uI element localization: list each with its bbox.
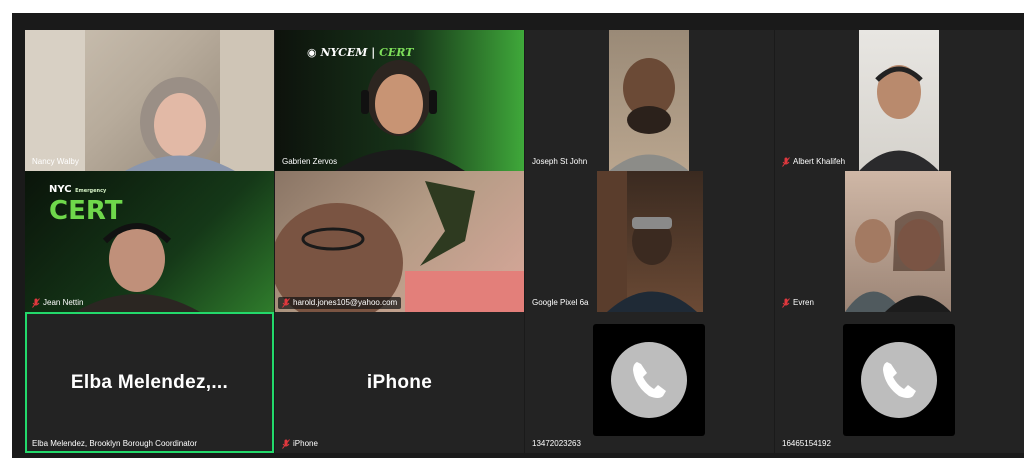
person-video-frame — [25, 30, 274, 171]
participant-name-label: Gabrien Zervos — [278, 156, 341, 168]
participant-name-label: 13472023263 — [528, 438, 585, 450]
participant-tile-active-speaker[interactable]: Elba Melendez,... Elba Melendez, Brookly… — [25, 312, 274, 453]
participant-name: harold.jones105@yahoo.com — [293, 298, 398, 307]
participant-name: Gabrien Zervos — [282, 157, 338, 166]
participant-name-label: harold.jones105@yahoo.com — [278, 297, 402, 309]
participant-display-name: Elba Melendez,... — [70, 371, 229, 393]
participant-tile[interactable]: iPhone iPhone — [275, 312, 524, 453]
participant-name: Jean Nettin — [43, 298, 84, 307]
cert-logo: NYC Emergency CERT — [49, 184, 123, 227]
phone-circle — [861, 342, 937, 418]
participant-video — [25, 30, 274, 171]
person-video-frame — [597, 171, 697, 312]
person-video-frame — [859, 65, 939, 171]
muted-mic-icon — [782, 157, 790, 167]
participant-tile[interactable]: 16465154192 — [775, 312, 1024, 453]
participant-video — [275, 171, 524, 312]
phone-avatar — [593, 324, 705, 436]
participant-name: Nancy Walby — [32, 157, 79, 166]
muted-mic-icon — [782, 298, 790, 308]
participant-tile[interactable]: Evren — [775, 171, 1024, 312]
participant-tile[interactable]: Nancy Walby — [25, 30, 274, 171]
person-video-frame — [275, 181, 524, 312]
participant-name-label: Albert Khalifeh — [778, 156, 849, 168]
participant-name-label: Evren — [778, 297, 818, 309]
participant-name-label: Elba Melendez, Brooklyn Borough Coordina… — [28, 438, 201, 450]
participant-tile[interactable]: Joseph St John — [525, 30, 774, 171]
phone-icon — [633, 362, 666, 398]
participant-name: Evren — [793, 298, 814, 307]
participant-tile[interactable]: Albert Khalifeh — [775, 30, 1024, 171]
participant-tile[interactable]: ◉ NYCEM | CERT Gabrien Zervos — [275, 30, 524, 171]
participant-name: Joseph St John — [532, 157, 588, 166]
participant-name-label: Jean Nettin — [28, 297, 87, 309]
participant-name: Google Pixel 6a — [532, 298, 589, 307]
participant-tile[interactable]: 13472023263 — [525, 312, 774, 453]
participant-tile[interactable]: harold.jones105@yahoo.com — [275, 171, 524, 312]
phone-icon — [883, 362, 916, 398]
participant-video — [597, 171, 703, 312]
participant-name-label: Joseph St John — [528, 156, 591, 168]
participant-name: Albert Khalifeh — [793, 157, 846, 166]
muted-mic-icon — [282, 439, 290, 449]
participant-name-label: iPhone — [278, 438, 322, 450]
participant-name: 13472023263 — [532, 439, 581, 448]
participant-video — [845, 171, 951, 312]
participant-video — [859, 30, 939, 171]
participant-name-label: Nancy Walby — [28, 156, 83, 168]
participant-name: iPhone — [293, 439, 318, 448]
participant-name: 16465154192 — [782, 439, 831, 448]
participant-video — [609, 30, 689, 171]
phone-circle — [611, 342, 687, 418]
person-video-frame — [609, 58, 689, 171]
participant-tile[interactable]: Google Pixel 6a — [525, 171, 774, 312]
person-video-frame — [845, 211, 951, 312]
nycem-logo: ◉ NYCEM | CERT — [307, 46, 414, 59]
muted-mic-icon — [32, 298, 40, 308]
participant-tile[interactable]: NYC Emergency CERT Jean Nettin — [25, 171, 274, 312]
phone-avatar — [843, 324, 955, 436]
meeting-gallery-view: Nancy Walby ◉ NYCEM | CERT Gabrien Zervo… — [12, 13, 1024, 458]
participant-name-label: 16465154192 — [778, 438, 835, 450]
muted-mic-icon — [282, 298, 290, 308]
participant-display-name: iPhone — [366, 371, 433, 393]
participant-name-label: Google Pixel 6a — [528, 297, 592, 309]
participant-name: Elba Melendez, Brooklyn Borough Coordina… — [32, 439, 197, 448]
